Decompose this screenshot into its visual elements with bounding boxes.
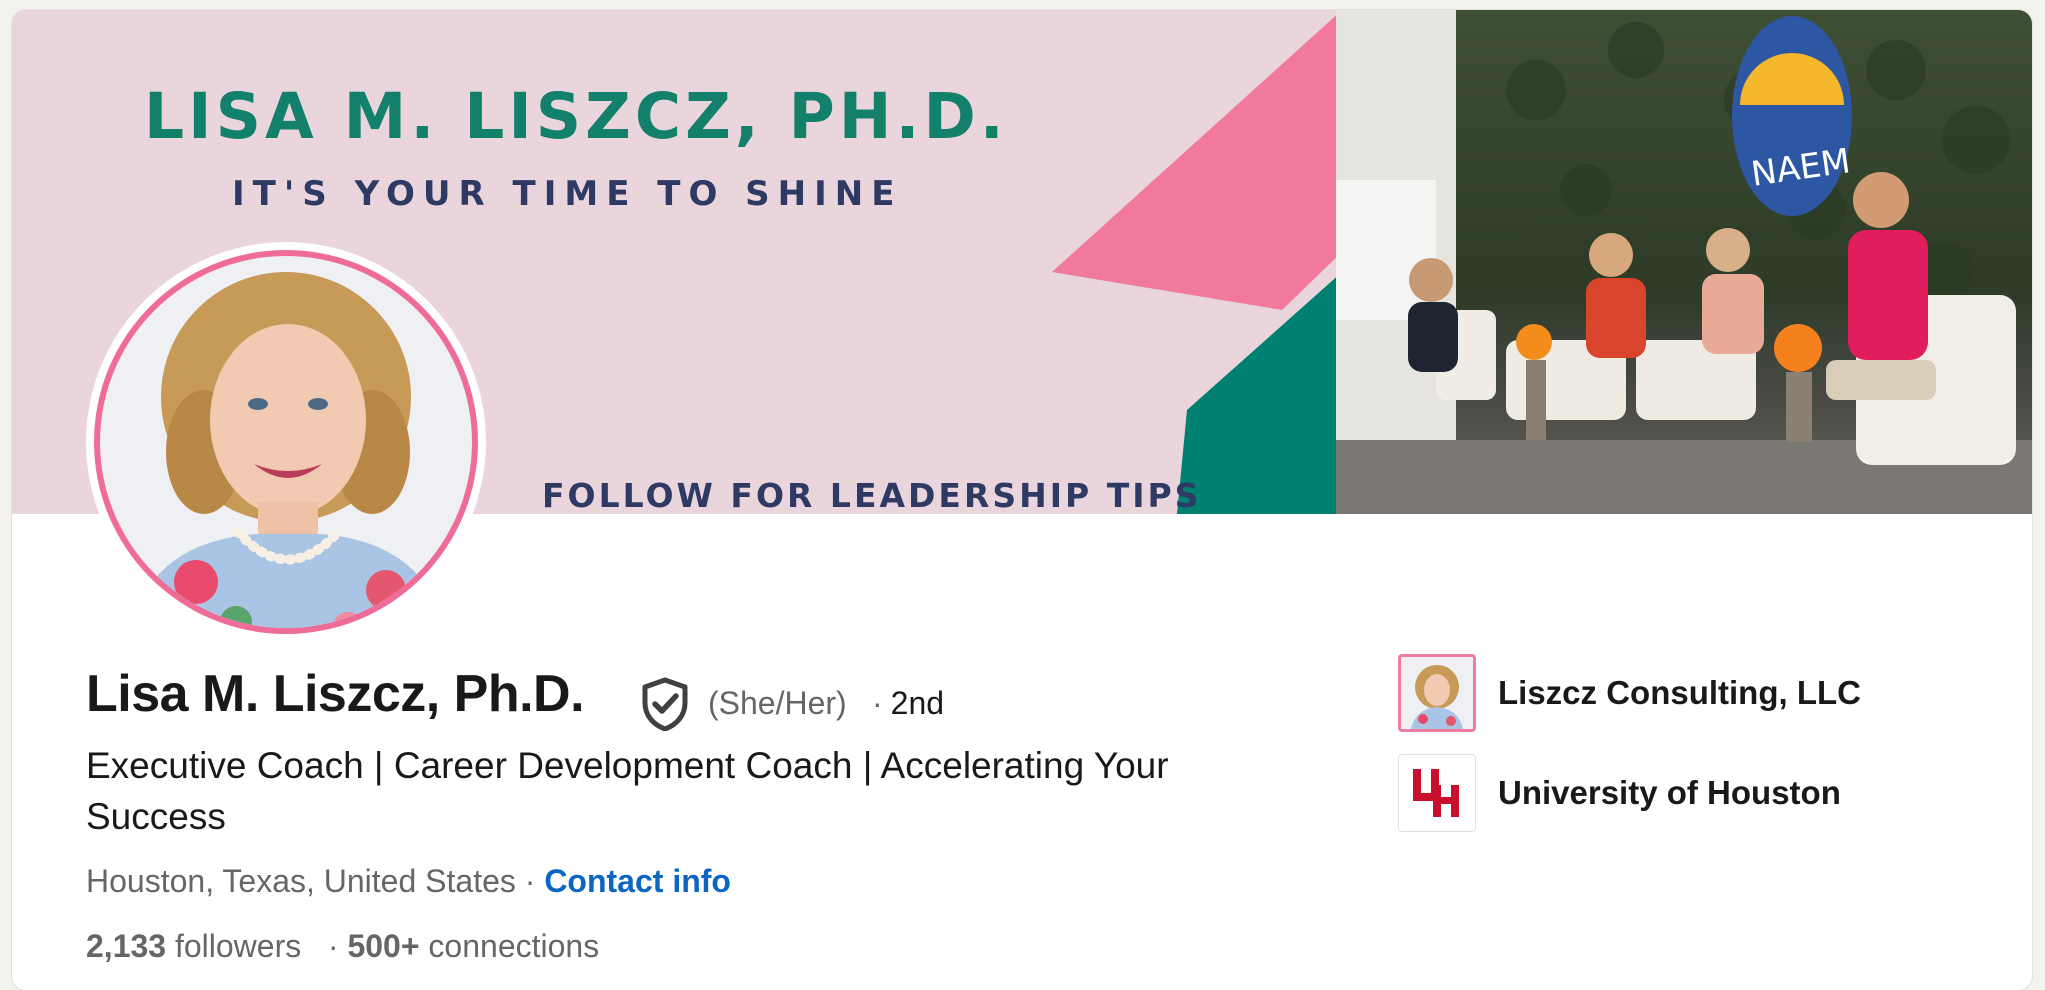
company-photo-logo [1398,654,1476,732]
profile-headline: Executive Coach | Career Development Coa… [86,745,1169,837]
location-row: Houston, Texas, United States · Contact … [86,863,731,900]
profile-card: NAEM LISA M. LISZCZ, PH.D. IT'S YOUR TIM… [12,10,2032,990]
followers-link[interactable]: 2,133 followers [86,928,301,964]
avatar[interactable] [86,242,486,642]
banner-title: LISA M. LISZCZ, PH.D. [144,80,1008,153]
school-name: University of Houston [1498,774,1841,811]
profile-name: Lisa M. Liszcz, Ph.D. [86,665,585,723]
stats-separator: · [327,928,339,964]
verified-shield-icon[interactable] [640,677,690,731]
connections-label: connections [428,928,600,964]
banner-call-to-action: FOLLOW FOR LEADERSHIP TIPS [542,476,1202,514]
uh-logo-mark [1413,769,1459,817]
connections-link[interactable]: 500+ connections [347,928,599,964]
pronouns: (She/Her) [708,685,847,721]
event-photo-scene [1336,10,2032,514]
followers-label: followers [174,928,302,964]
connection-degree-label: 2nd [890,685,945,721]
connections-count: 500+ [347,928,420,964]
connection-degree: · 2nd [872,685,944,722]
followers-count: 2,133 [86,928,167,964]
degree-separator: · [872,685,883,721]
banner-event-photo [1336,10,2032,514]
avatar-portrait [94,250,478,634]
banner-tagline: IT'S YOUR TIME TO SHINE [232,174,903,214]
education-link[interactable]: University of Houston [1398,754,1841,832]
location: Houston, Texas, United States [86,863,516,899]
company-name: Liszcz Consulting, LLC [1498,674,1861,711]
current-company-link[interactable]: Liszcz Consulting, LLC [1398,654,1861,732]
uh-logo [1398,754,1476,832]
company-photo-logo-image [1411,665,1463,729]
network-stats: 2,133 followers · 500+ connections [86,928,599,965]
contact-info-link[interactable]: Contact info [544,863,731,899]
location-separator: · [524,863,536,899]
